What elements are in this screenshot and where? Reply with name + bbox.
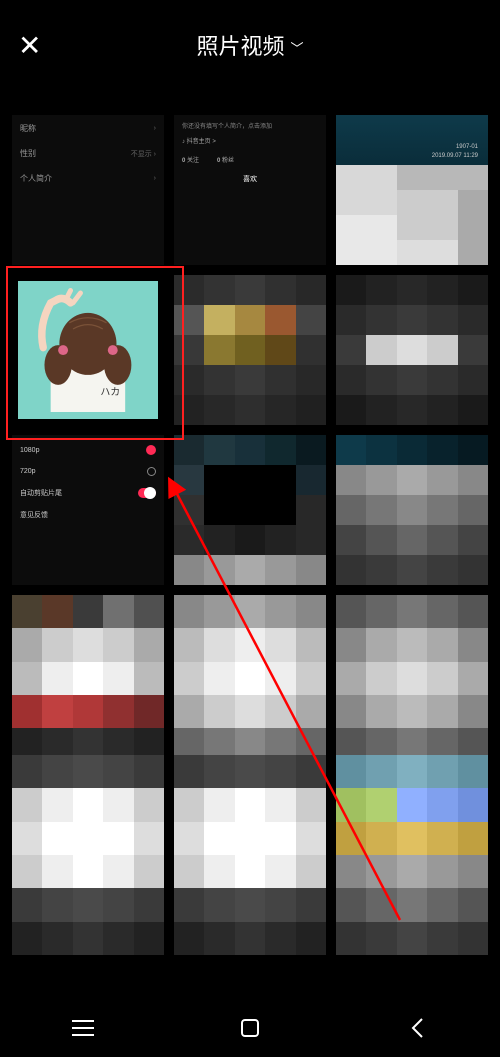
- stat-number: 0: [182, 158, 185, 164]
- chevron-right-icon: ›: [154, 125, 156, 132]
- thumbnail-selected[interactable]: ハカ: [18, 281, 158, 419]
- setting-label: 性别: [20, 148, 36, 159]
- thumbnail[interactable]: [12, 755, 164, 955]
- setting-label: 昵称: [20, 123, 36, 134]
- thumbnail[interactable]: [174, 755, 326, 955]
- toggle-label: 自动剪贴片尾: [20, 488, 62, 498]
- radio-selected-icon: [146, 445, 156, 455]
- music-icon: ♪: [182, 139, 185, 145]
- svg-text:ハカ: ハカ: [100, 386, 120, 398]
- thumbnail[interactable]: [174, 275, 326, 425]
- album-selector[interactable]: 照片视频 ﹀: [196, 29, 303, 61]
- radio-unselected-icon: [147, 467, 156, 476]
- music-link: 抖音主页 >: [187, 139, 216, 145]
- resolution-option: 720p: [20, 468, 36, 475]
- bio-hint: 你还没有填写个人简介，点击添加: [182, 121, 318, 130]
- file-name: 1907-01: [432, 143, 478, 152]
- thumbnail[interactable]: 昵称 › 性别 不显示 › 个人简介 ›: [12, 115, 164, 265]
- thumbnail[interactable]: [174, 435, 326, 585]
- thumbnail[interactable]: 你还没有填写个人简介，点击添加 ♪ 抖音主页 > 0 关注 0 粉丝 喜欢: [174, 115, 326, 265]
- close-button[interactable]: ✕: [18, 29, 41, 62]
- page-title: 照片视频: [196, 29, 284, 61]
- setting-label: 个人简介: [20, 173, 52, 184]
- stat-label: 关注: [187, 158, 199, 164]
- chevron-down-icon: ﹀: [291, 38, 304, 57]
- resolution-option: 1080p: [20, 447, 39, 454]
- setting-value: 不显示 ›: [131, 149, 156, 159]
- avatar-illustration: ハカ: [25, 288, 151, 412]
- toggle-on-icon: [138, 488, 156, 498]
- thumbnail-row: [12, 755, 488, 955]
- feedback-link: 意见反馈: [20, 510, 48, 520]
- system-nav-bar: [0, 999, 500, 1057]
- thumbnail[interactable]: [336, 435, 488, 585]
- file-date: 2019.09.07 11:29: [432, 152, 478, 161]
- nav-menu-button[interactable]: [70, 1015, 96, 1041]
- stat-number: 0: [217, 158, 220, 164]
- stat-label: 粉丝: [222, 158, 234, 164]
- chevron-right-icon: ›: [154, 175, 156, 182]
- thumbnail[interactable]: 1080p 720p 自动剪贴片尾 意见反馈: [12, 435, 164, 585]
- thumbnail[interactable]: [336, 275, 488, 425]
- thumbnail[interactable]: [336, 755, 488, 955]
- tab-like: 喜欢: [182, 174, 318, 184]
- media-grid: 昵称 › 性别 不显示 › 个人简介 › 你还没有填写个人简介，点击添加 ♪ 抖音主页…: [12, 115, 488, 989]
- thumbnail[interactable]: 1907-01 2019.09.07 11:29: [336, 115, 488, 265]
- nav-home-button[interactable]: [237, 1015, 263, 1041]
- header: ✕ 照片视频 ﹀: [0, 0, 500, 80]
- nav-back-button[interactable]: [404, 1015, 430, 1041]
